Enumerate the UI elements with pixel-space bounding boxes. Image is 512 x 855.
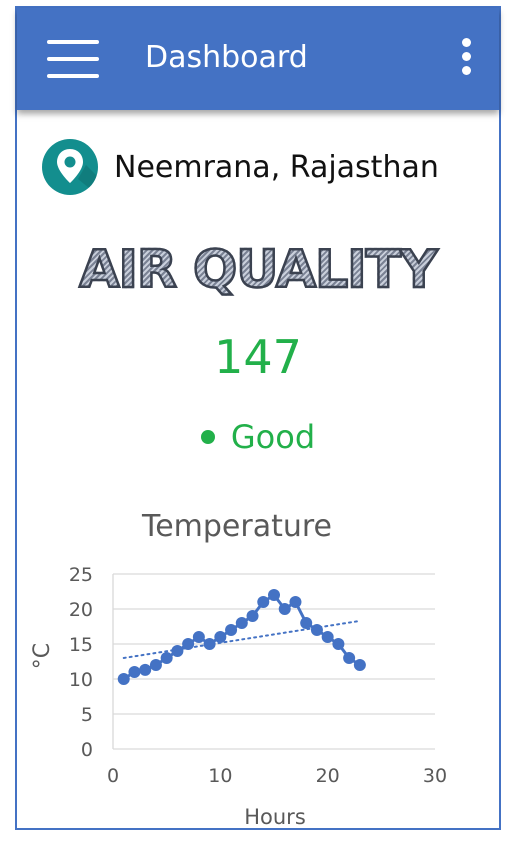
chart-title: Temperature (141, 509, 332, 544)
data-point (300, 617, 313, 629)
data-point (160, 652, 173, 664)
temperature-chart: Temperature °C Hours 0 5 10 15 20 25 0 10 20 30 (17, 498, 499, 829)
app-frame: Dashboard Neemrana, Rajasthan AIR QUALIT… (15, 6, 501, 830)
data-point (149, 659, 162, 671)
data-point (321, 631, 334, 643)
data-point (310, 624, 323, 636)
y-tick-label: 0 (81, 739, 93, 761)
x-tick-label: 10 (208, 765, 232, 787)
chart-y-axis-label: °C (30, 643, 55, 669)
status-dot-icon (200, 430, 215, 444)
data-point (332, 638, 345, 650)
chart-y-ticks: 0 5 10 15 20 25 (69, 564, 93, 761)
page-title: Dashboard (145, 40, 308, 75)
air-quality-value: 147 (214, 330, 302, 384)
air-quality-title: AIR QUALITY (17, 239, 499, 302)
data-point (353, 659, 366, 671)
data-point (192, 631, 205, 643)
y-tick-label: 10 (69, 669, 93, 691)
x-tick-label: 20 (316, 765, 340, 787)
y-tick-label: 25 (69, 564, 93, 586)
air-quality-status: Good (17, 418, 499, 456)
location-name: Neemrana, Rajasthan (114, 149, 439, 185)
data-point (235, 617, 248, 629)
chart-series (117, 589, 366, 685)
data-point (225, 624, 238, 636)
app-bar: Dashboard (17, 8, 499, 110)
y-tick-label: 5 (81, 704, 93, 726)
map-pin-icon (42, 139, 98, 195)
data-point (128, 666, 141, 678)
status-label: Good (230, 418, 316, 456)
data-point (171, 645, 184, 657)
location-row: Neemrana, Rajasthan (42, 139, 439, 195)
y-tick-label: 20 (69, 599, 93, 621)
data-point (182, 638, 195, 650)
data-point (257, 596, 270, 608)
x-tick-label: 30 (423, 765, 447, 787)
data-point (214, 631, 227, 643)
data-point (343, 652, 356, 664)
more-vertical-icon[interactable] (457, 36, 477, 76)
y-tick-label: 15 (69, 634, 93, 656)
data-point (139, 663, 152, 676)
temperature-chart-svg: Temperature °C Hours 0 5 10 15 20 25 0 10 20 30 (30, 509, 447, 829)
chart-x-ticks: 0 10 20 30 (107, 765, 447, 787)
hamburger-menu-icon[interactable] (47, 40, 99, 78)
data-point (278, 603, 291, 615)
data-point (246, 610, 259, 622)
data-point (289, 596, 302, 608)
data-point (203, 638, 216, 650)
data-point (268, 589, 280, 601)
x-tick-label: 0 (107, 765, 119, 787)
data-point (117, 673, 130, 685)
chart-x-axis-label: Hours (244, 805, 306, 828)
